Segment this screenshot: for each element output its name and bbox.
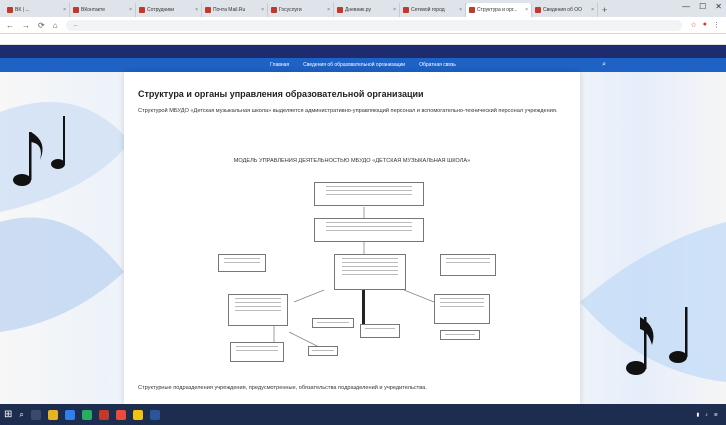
minimize-icon[interactable]: — xyxy=(682,2,690,11)
browser-tab-label: Структура и орг... xyxy=(477,7,518,13)
browser-tab[interactable]: Структура и орг... × xyxy=(466,3,532,17)
close-icon[interactable]: ✕ xyxy=(715,2,722,11)
diagram-node-pedagogical xyxy=(360,324,400,338)
menu-icon[interactable]: ⋮ xyxy=(713,21,720,29)
close-tab-icon[interactable]: × xyxy=(327,7,330,13)
bottom-paragraph: Структурные подразделения учреждения, пр… xyxy=(138,385,427,391)
browser-tab-label: ВК | ... xyxy=(15,7,30,13)
diagram-node-founder xyxy=(314,182,424,206)
diagram-node-general-meeting xyxy=(334,254,406,290)
bookmarks-bar xyxy=(0,34,726,45)
language-indicator[interactable]: ▮ xyxy=(697,412,700,418)
close-tab-icon[interactable]: × xyxy=(63,7,66,13)
browser-tab[interactable]: Дневник.ру × xyxy=(334,3,400,17)
browser-tab[interactable]: ВК | ... × xyxy=(4,3,70,17)
favicon-icon xyxy=(403,7,409,13)
nav-item-info[interactable]: Сведения об образовательной организации xyxy=(303,62,405,68)
window-controls: — ☐ ✕ xyxy=(682,2,722,11)
favicon-icon xyxy=(337,7,343,13)
office-icon[interactable] xyxy=(98,409,109,420)
close-tab-icon[interactable]: × xyxy=(261,7,264,13)
yandex-icon[interactable] xyxy=(115,409,126,420)
forward-icon[interactable]: → xyxy=(22,21,30,30)
search-icon[interactable]: ⌕ xyxy=(602,61,606,69)
tab-list: ВК | ... × ВКонтакте × Сотрудники × Почта Mail… xyxy=(4,3,598,17)
word-icon[interactable] xyxy=(149,409,160,420)
nav-item-home[interactable]: Главная xyxy=(270,62,289,68)
start-icon[interactable]: ⊞ xyxy=(4,409,12,420)
site-top-bar xyxy=(0,45,726,58)
favicon-icon xyxy=(7,7,13,13)
browser-tab-strip: ВК | ... × ВКонтакте × Сотрудники × Почта Mail… xyxy=(0,0,726,17)
media-icon[interactable] xyxy=(81,409,92,420)
diagram-node-staff xyxy=(440,330,480,340)
back-icon[interactable]: ← xyxy=(6,21,14,30)
favicon-icon xyxy=(271,7,277,13)
search-taskbar-icon[interactable]: ⌕ xyxy=(19,410,23,420)
browser-tab[interactable]: ВКонтакте × xyxy=(70,3,136,17)
site-navigation: Главная Сведения об образовательной орга… xyxy=(0,58,726,72)
close-tab-icon[interactable]: × xyxy=(393,7,396,13)
extension-icons: ☆ ● ⋮ xyxy=(690,21,720,29)
browser-tab-label: ВКонтакте xyxy=(81,7,106,13)
browser-taskbar-icon[interactable] xyxy=(64,409,75,420)
address-bar: ← → ⟳ ⌂ ... ☆ ● ⋮ xyxy=(0,17,726,34)
diagram-node-deputy-right xyxy=(434,294,490,324)
close-tab-icon[interactable]: × xyxy=(129,7,132,13)
browser-tab-label: Сотрудники xyxy=(147,7,175,13)
close-tab-icon[interactable]: × xyxy=(591,7,594,13)
close-tab-icon[interactable]: × xyxy=(195,7,198,13)
browser-tab[interactable]: Сетевой город × xyxy=(400,3,466,17)
extension-icon[interactable]: ● xyxy=(703,21,707,29)
favicon-icon xyxy=(139,7,145,13)
browser-tab[interactable]: Госуслуги × xyxy=(268,3,334,17)
diagram-node-council xyxy=(218,254,266,272)
star-icon[interactable]: ☆ xyxy=(690,21,696,29)
favicon-icon xyxy=(469,7,475,13)
close-tab-icon[interactable]: × xyxy=(459,7,462,13)
diagram-title: МОДЕЛЬ УПРАВЛЕНИЯ ДЕЯТЕЛЬНОСТЬЮ МБУДО «Д… xyxy=(233,158,471,164)
diagram-node-methodical xyxy=(312,318,354,328)
volume-icon[interactable]: ♪ xyxy=(705,412,708,418)
browser-tab[interactable]: Сведения об ОО × xyxy=(532,3,598,17)
maximize-icon[interactable]: ☐ xyxy=(699,2,706,11)
file-explorer-icon[interactable] xyxy=(47,409,58,420)
new-tab-button[interactable]: + xyxy=(598,3,611,17)
diagram-node-departments xyxy=(230,342,284,362)
browser-tab-label: Госуслуги xyxy=(279,7,302,13)
reload-icon[interactable]: ⟳ xyxy=(38,21,45,30)
favicon-icon xyxy=(73,7,79,13)
intro-paragraph: Структурой МБУДО «Детская музыкальная шк… xyxy=(138,108,558,114)
home-icon[interactable]: ⌂ xyxy=(53,21,58,30)
chrome-icon[interactable] xyxy=(132,409,143,420)
browser-tab-label: Сведения об ОО xyxy=(543,7,583,13)
close-tab-icon[interactable]: × xyxy=(525,7,528,13)
nav-item-feedback[interactable]: Обратная связь xyxy=(419,62,456,68)
browser-tab[interactable]: Почта Mail.Ru × xyxy=(202,3,268,17)
browser-tab-label: Сетевой город xyxy=(411,7,445,13)
diagram-node-director xyxy=(314,218,424,242)
browser-tab[interactable]: Сотрудники × xyxy=(136,3,202,17)
page-title: Структура и органы управления образовате… xyxy=(138,89,424,99)
browser-tab-label: Дневник.ру xyxy=(345,7,371,13)
system-tray: ▮ ♪ ≋ xyxy=(697,412,726,418)
favicon-icon xyxy=(205,7,211,13)
favicon-icon xyxy=(535,7,541,13)
main-content-panel: Структура и органы управления образовате… xyxy=(124,72,580,404)
diagram-node-students xyxy=(308,346,338,356)
os-taskbar: ⊞ ⌕ ▮ ♪ ≋ xyxy=(0,404,726,425)
diagram-node-deputy-left xyxy=(228,294,288,326)
task-view-icon[interactable] xyxy=(30,409,41,420)
diagram-node-trade-union xyxy=(440,254,496,276)
browser-tab-label: Почта Mail.Ru xyxy=(213,7,246,13)
network-icon[interactable]: ≋ xyxy=(714,412,718,418)
url-input[interactable]: ... xyxy=(65,19,683,31)
